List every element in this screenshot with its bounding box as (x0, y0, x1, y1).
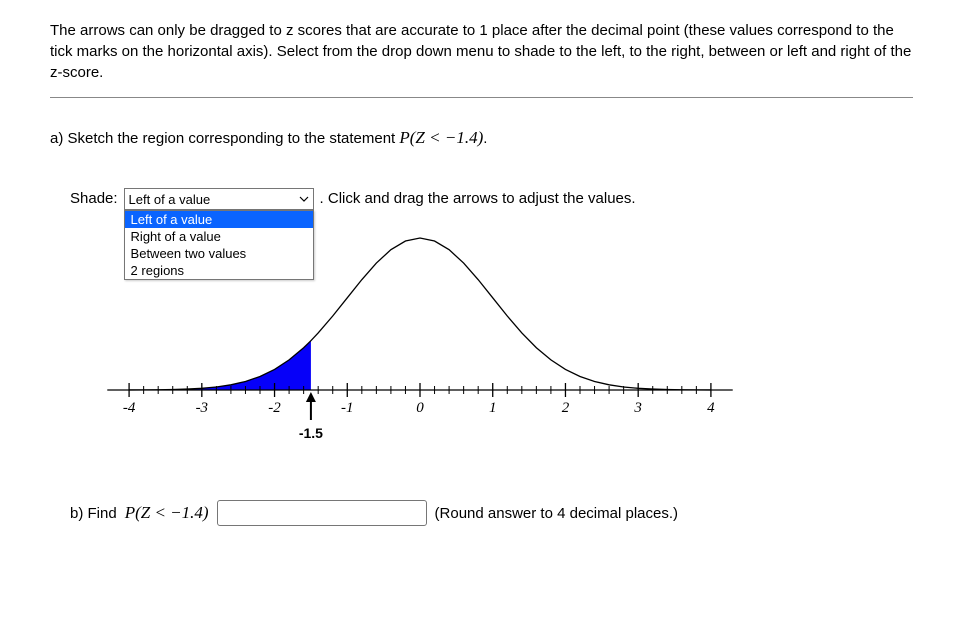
question-b-prefix: b) Find (70, 505, 117, 522)
x-tick-label: -4 (123, 400, 136, 416)
shade-dropdown: Left of a value Right of a value Between… (124, 210, 314, 280)
question-b-hint: (Round answer to 4 decimal places.) (435, 505, 678, 522)
question-a: a) Sketch the region corresponding to th… (50, 128, 913, 148)
shade-option-left[interactable]: Left of a value (125, 211, 313, 228)
divider (50, 97, 913, 98)
shade-option-between[interactable]: Between two values (125, 245, 313, 262)
arrow-value-label: -1.5 (299, 425, 323, 441)
shade-select-value: Left of a value (129, 192, 211, 207)
x-tick-label: -1 (341, 400, 354, 416)
shade-label: Shade: (70, 188, 118, 207)
question-a-suffix: . (483, 130, 487, 147)
shade-option-right[interactable]: Right of a value (125, 228, 313, 245)
x-tick-label: 2 (562, 400, 570, 416)
shade-option-2regions[interactable]: 2 regions (125, 262, 313, 279)
answer-input[interactable] (217, 500, 427, 526)
x-tick-label: -3 (196, 400, 209, 416)
x-tick-label: 4 (707, 400, 715, 416)
x-tick-label: 1 (489, 400, 497, 416)
z-arrow-handle[interactable] (306, 392, 316, 420)
shade-select[interactable]: Left of a value (124, 188, 314, 210)
chevron-down-icon (299, 194, 309, 204)
x-tick-label: 3 (633, 400, 642, 416)
question-a-prefix: a) Sketch the region corresponding to th… (50, 130, 399, 147)
x-tick-label: 0 (416, 400, 424, 416)
shade-after-text: . Click and drag the arrows to adjust th… (320, 188, 636, 207)
question-a-math: P(Z < −1.4) (399, 128, 483, 147)
question-b-math: P(Z < −1.4) (125, 503, 209, 523)
instructions-text: The arrows can only be dragged to z scor… (50, 20, 913, 83)
shaded-region (129, 341, 311, 390)
x-tick-label: -2 (268, 400, 281, 416)
